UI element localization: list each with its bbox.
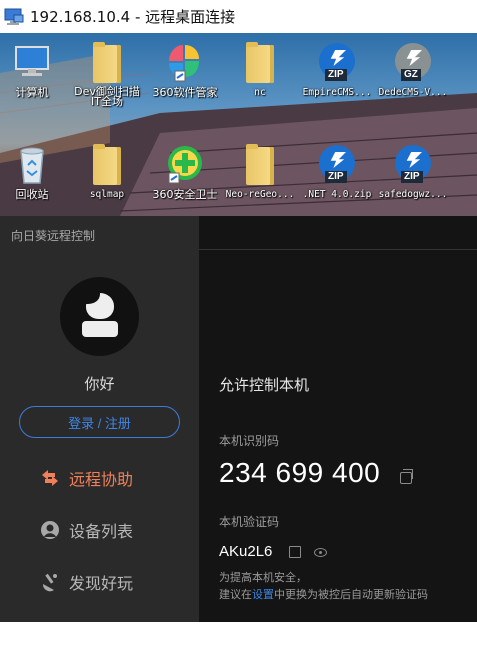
gz-archive-icon: GZ — [391, 41, 435, 85]
remote-desktop-icon — [3, 6, 25, 28]
desktop-icon-label: nc — [254, 87, 266, 98]
folder-icon — [85, 41, 129, 85]
desktop-icon-label: .NET 4.0.zip — [302, 189, 372, 200]
desktop-icon-label: 回收站 — [15, 188, 49, 201]
sidebar: 向日葵远程控制 你好 登录 / 注册 远程协助 设备列表 发现好玩 — [0, 216, 199, 622]
device-list-icon — [40, 520, 60, 540]
zip-archive-icon: ZIP — [315, 41, 359, 85]
zip-archive-icon: ZIP — [315, 143, 359, 187]
desktop-icon-empirecms[interactable]: ZIP EmpireCMS... — [297, 41, 377, 98]
nav-label: 发现好玩 — [69, 576, 134, 593]
id-label: 本机识别码 — [219, 434, 280, 448]
desktop-icon-recycle-bin[interactable]: 回收站 — [0, 143, 72, 200]
sunlogin-window: 向日葵远程控制 你好 登录 / 注册 远程协助 设备列表 发现好玩 — [0, 216, 477, 622]
greeting-text: 你好 — [84, 376, 115, 393]
desktop-icon-label: Dev御剑扫描 IT全场 — [74, 85, 140, 108]
360-safe-icon — [163, 143, 207, 187]
desktop-icon-folder-nc[interactable]: nc — [220, 41, 300, 98]
discover-icon — [40, 572, 60, 592]
code-label: 本机验证码 — [219, 515, 280, 529]
desktop-icon-net40[interactable]: ZIP .NET 4.0.zip — [297, 143, 377, 200]
folder-icon — [238, 41, 282, 85]
desktop-icon-label: 360软件管家 — [152, 86, 218, 99]
computer-icon — [10, 41, 54, 85]
login-register-button[interactable]: 登录 / 注册 — [19, 406, 180, 438]
device-id-value[interactable]: 234 699 400 — [219, 457, 380, 489]
nav-item-discover[interactable]: 发现好玩 — [40, 570, 133, 594]
remote-desktop-screen[interactable]: 计算机 Dev御剑扫描 IT全场 360软件管家 nc ZIP EmpireCM… — [0, 33, 477, 216]
zip-archive-icon: ZIP — [391, 143, 435, 187]
desktop-icon-label: Neo-reGeo... — [225, 189, 295, 200]
security-tip-line1: 为提高本机安全， — [219, 572, 307, 584]
desktop-icon-label: 计算机 — [15, 86, 49, 99]
desktop-icon-folder-dev[interactable]: Dev御剑扫描 IT全场 — [67, 41, 147, 107]
security-tip-line2: 建议在设置中更换为被控后自动更新验证码 — [219, 589, 428, 601]
nav-item-remote-assist[interactable]: 远程协助 — [40, 466, 133, 490]
desktop-icon-label: EmpireCMS... — [302, 87, 372, 98]
folder-icon — [238, 143, 282, 187]
nav-label: 远程协助 — [69, 472, 134, 489]
desktop-icon-360-safe[interactable]: 360安全卫士 — [145, 143, 225, 200]
remote-assist-icon — [40, 468, 60, 488]
app-heading: 向日葵远程控制 — [11, 229, 96, 243]
copy-icon[interactable] — [400, 469, 413, 484]
desktop-icon-label: 360安全卫士 — [152, 188, 218, 201]
desktop-icon-computer[interactable]: 计算机 — [0, 41, 72, 98]
desktop-icon-safedog[interactable]: ZIP safedogwz... — [373, 143, 453, 200]
page-title: 允许控制本机 — [219, 377, 310, 394]
edit-icon[interactable] — [289, 546, 301, 558]
eye-icon[interactable] — [314, 548, 327, 557]
recycle-bin-icon — [10, 143, 54, 187]
desktop-icon-dedecms[interactable]: GZ DedeCMS-V... — [373, 41, 453, 98]
desktop-icon-label: sqlmap — [89, 189, 125, 200]
nav-item-device-list[interactable]: 设备列表 — [40, 518, 133, 542]
settings-link[interactable]: 设置 — [252, 589, 274, 601]
window-titlebar: 192.168.10.4 - 远程桌面连接 — [0, 0, 477, 33]
nav-label: 设备列表 — [69, 524, 134, 541]
desktop-icon-folder-neo[interactable]: Neo-reGeo... — [220, 143, 300, 200]
desktop-icon-folder-sqlmap[interactable]: sqlmap — [67, 143, 147, 200]
window-title: 192.168.10.4 - 远程桌面连接 — [30, 8, 236, 26]
verification-code-value: AKu2L6 — [219, 543, 273, 560]
folder-icon — [85, 143, 129, 187]
desktop-icon-label: safedogwz... — [378, 189, 448, 200]
avatar[interactable] — [60, 277, 139, 356]
desktop-icon-360-software[interactable]: 360软件管家 — [145, 41, 225, 98]
desktop-icon-label: DedeCMS-V... — [378, 87, 448, 98]
360-software-icon — [163, 41, 207, 85]
